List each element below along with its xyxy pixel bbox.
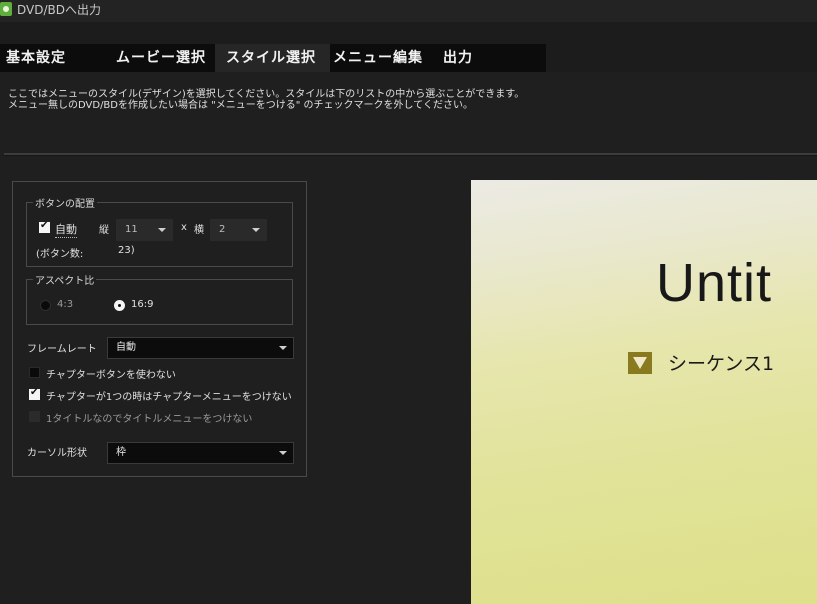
vertical-count-value: 11 [125,224,138,235]
button-count-value: 23) [118,245,135,256]
no-title-menu-checkbox[interactable] [29,411,40,422]
no-title-menu-label: 1タイトルなのでタイトルメニューをつけない [46,414,253,425]
chevron-down-icon [252,228,260,232]
aspect-169-label: 16:9 [131,299,154,310]
horizontal-count-select[interactable]: 2 [210,219,267,241]
times-label: x [181,222,187,233]
aspect-43-label: 4:3 [57,299,74,310]
app-icon [0,2,12,16]
cursor-shape-label: カーソル形状 [27,448,87,459]
aspect-43-radio[interactable] [40,300,51,311]
chevron-down-icon [279,451,287,455]
description-text: ここではメニューのスタイル(デザイン)を選択してください。スタイルは下のリストの… [8,89,524,111]
triangle-down-icon [628,352,652,374]
preview-title: Untit [656,253,773,313]
vertical-label: 縦 [99,225,109,236]
cursor-shape-value: 枠 [116,447,126,458]
no-chapter-menu-checkbox[interactable] [29,387,40,400]
cursor-shape-select[interactable]: 枠 [107,442,294,464]
frame-rate-value: 自動 [116,342,136,353]
aspect-ratio-legend: アスペクト比 [33,272,97,287]
button-layout-legend: ボタンの配置 [33,195,97,210]
aspect-169-radio[interactable] [114,300,125,311]
button-count-label: (ボタン数: [36,249,84,260]
description-line-2: メニュー無しのDVD/BDを作成したい場合は "メニューをつける" のチェックマ… [8,100,473,111]
chevron-down-icon [279,346,287,350]
horizontal-label: 横 [194,225,204,236]
separator [4,153,817,156]
window-title: DVD/BDへ出力 [17,3,101,17]
frame-rate-select[interactable]: 自動 [107,337,294,359]
no-chapter-menu-label: チャプターが1つの時はチャプターメニューをつけない [46,392,292,403]
tab-bar: 基本設定 ムービー選択 スタイル選択 メニュー編集 出力 [0,44,546,72]
tab-movie-select[interactable]: ムービー選択 [105,44,215,72]
tab-style-select[interactable]: スタイル選択 [215,44,330,72]
no-chapter-buttons-label: チャプターボタンを使わない [46,370,176,381]
auto-checkbox[interactable] [39,220,50,233]
no-chapter-buttons-checkbox[interactable] [29,367,40,378]
auto-label: 自動 [55,223,77,238]
vertical-count-select[interactable]: 11 [116,219,173,241]
tab-menu-edit[interactable]: メニュー編集 [330,44,430,72]
chevron-down-icon [158,228,166,232]
tab-basic-settings[interactable]: 基本設定 [0,44,105,72]
frame-rate-label: フレームレート [27,344,97,355]
tab-output[interactable]: 出力 [430,44,546,72]
menu-preview: Untit シーケンス1 [471,180,817,604]
horizontal-count-value: 2 [219,224,226,235]
title-bar: DVD/BDへ出力 [0,0,817,22]
description-line-1: ここではメニューのスタイル(デザイン)を選択してください。スタイルは下のリストの… [8,89,525,100]
preview-chapter-item: シーケンス1 [668,353,775,375]
